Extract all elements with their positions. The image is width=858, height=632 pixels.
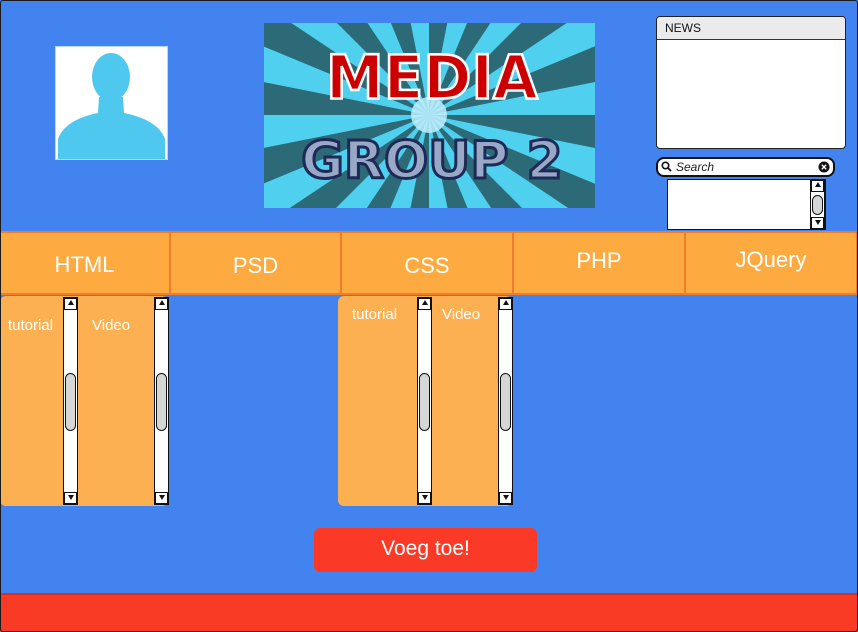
add-button[interactable]: Voeg toe! [314, 528, 537, 572]
scroll-down-button[interactable] [499, 492, 512, 504]
scroll-down-button[interactable] [811, 217, 824, 229]
logo-line1: MEDIA [326, 43, 538, 114]
news-panel: NEWS [656, 16, 846, 149]
avatar[interactable] [55, 46, 168, 160]
scroll-thumb[interactable] [419, 373, 430, 431]
arrow-up-icon [158, 300, 165, 305]
tab-php[interactable]: PHP [514, 231, 686, 295]
html-video-label: Video [92, 317, 131, 334]
arrow-down-icon [67, 495, 74, 500]
scroll-down-button[interactable] [418, 492, 431, 504]
tab-html-label: HTML [54, 252, 115, 277]
arrow-up-icon [814, 182, 821, 187]
html-tutorial-scrollbar[interactable] [63, 297, 78, 505]
css-tutorial-label: tutorial [352, 306, 398, 323]
scroll-up-button[interactable] [811, 180, 824, 192]
tab-php-label: PHP [576, 248, 622, 273]
arrow-down-icon [158, 495, 165, 500]
scroll-down-button[interactable] [64, 492, 77, 504]
scroll-thumb[interactable] [812, 195, 823, 215]
logo-line2: GROUP 2 [301, 131, 563, 191]
main-nav: HTML PSD CSS PHP JQuery [0, 231, 858, 295]
html-video-scrollbar[interactable] [154, 297, 169, 505]
scroll-up-button[interactable] [499, 298, 512, 310]
scroll-up-button[interactable] [155, 298, 168, 310]
arrow-up-icon [67, 300, 74, 305]
scroll-up-button[interactable] [418, 298, 431, 310]
scroll-thumb[interactable] [65, 373, 76, 431]
footer-bar [0, 593, 858, 632]
page: MEDIA GROUP 2 NEWS HTML PSD CSS PHP JQue… [0, 0, 858, 632]
scroll-up-button[interactable] [64, 298, 77, 310]
scroll-thumb[interactable] [500, 373, 511, 431]
scroll-thumb[interactable] [156, 373, 167, 431]
search-box[interactable] [656, 157, 835, 177]
html-tutorial-label: tutorial [8, 317, 54, 334]
tab-psd-label: PSD [232, 253, 279, 278]
css-video-label: Video [442, 306, 481, 323]
css-tutorial-scrollbar[interactable] [417, 297, 432, 505]
tab-css-label: CSS [404, 253, 450, 278]
clear-icon[interactable] [818, 161, 830, 173]
media-group-logo: MEDIA GROUP 2 [264, 23, 595, 208]
arrow-down-icon [502, 495, 509, 500]
tab-css[interactable]: CSS [342, 231, 514, 295]
arrow-up-icon [502, 300, 509, 305]
arrow-down-icon [421, 495, 428, 500]
search-results-list[interactable] [667, 179, 826, 230]
tab-jquery-label: JQuery [735, 247, 807, 272]
search-results-scrollbar[interactable] [810, 179, 825, 230]
tab-psd[interactable]: PSD [171, 231, 342, 295]
css-video-scrollbar[interactable] [498, 297, 513, 505]
arrow-up-icon [421, 300, 428, 305]
tab-jquery[interactable]: JQuery [686, 231, 858, 295]
scroll-down-button[interactable] [155, 492, 168, 504]
news-title: NEWS [657, 17, 845, 40]
logo-image: MEDIA GROUP 2 [264, 23, 595, 208]
person-silhouette-icon [56, 47, 167, 159]
search-icon [661, 161, 672, 172]
tab-html[interactable]: HTML [0, 231, 171, 295]
arrow-down-icon [814, 220, 821, 225]
search-input[interactable] [676, 159, 816, 175]
